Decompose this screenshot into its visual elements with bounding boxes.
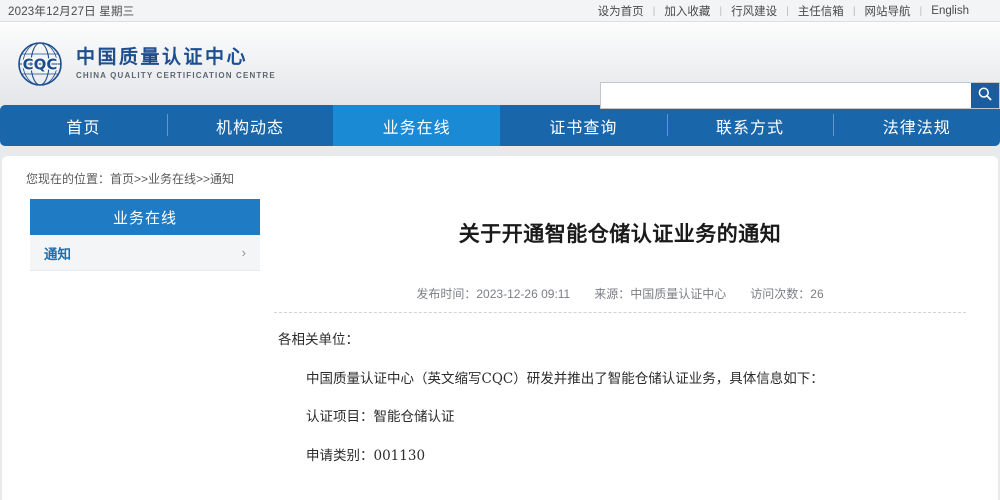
nav-item-certificate-query[interactable]: 证书查询 <box>500 105 667 146</box>
article: 关于开通智能仓储认证业务的通知 发布时间：2023-12-26 09:11 来源… <box>260 199 998 500</box>
top-link-english[interactable]: English <box>922 5 978 17</box>
current-date: 2023年12月27日 星期三 <box>8 3 134 19</box>
breadcrumb: 您现在的位置：首页>>业务在线>>通知 <box>2 170 998 199</box>
top-link-site-navigation[interactable]: 网站导航 <box>856 3 920 19</box>
article-paragraph: 各相关单位： <box>278 330 970 352</box>
logo-name-en: CHINA QUALITY CERTIFICATION CENTRE <box>76 71 276 80</box>
site-header: CQC 中国质量认证中心 CHINA QUALITY CERTIFICATION… <box>0 22 1000 105</box>
page-body: 您现在的位置：首页>>业务在线>>通知 业务在线 通知 › 关于开通智能仓储认证… <box>0 146 1000 500</box>
publish-time-value: 2023-12-26 09:11 <box>476 287 570 301</box>
view-count-label: 访问次数： <box>750 287 810 301</box>
content-row: 业务在线 通知 › 关于开通智能仓储认证业务的通知 发布时间：2023-12-2… <box>2 199 998 500</box>
sidebar-item-label: 通知 <box>44 243 71 263</box>
search-icon <box>977 86 993 105</box>
cqc-globe-logo-icon: CQC <box>16 40 64 88</box>
site-logo[interactable]: CQC 中国质量认证中心 CHINA QUALITY CERTIFICATION… <box>16 40 276 88</box>
breadcrumb-prefix: 您现在的位置： <box>26 172 110 186</box>
nav-item-business-online[interactable]: 业务在线 <box>333 105 500 146</box>
publish-time-label: 发布时间： <box>416 287 476 301</box>
content-panel: 您现在的位置：首页>>业务在线>>通知 业务在线 通知 › 关于开通智能仓储认证… <box>2 156 998 500</box>
nav-item-laws-regulations[interactable]: 法律法规 <box>833 105 1000 146</box>
view-count: 访问次数：26 <box>750 285 823 302</box>
article-paragraph: 认证项目：智能仓储认证 <box>306 407 970 429</box>
logo-name-cn: 中国质量认证中心 <box>76 47 276 69</box>
breadcrumb-path[interactable]: 首页>>业务在线>>通知 <box>110 172 234 186</box>
source: 来源：中国质量认证中心 <box>594 285 726 302</box>
sidebar: 业务在线 通知 › <box>2 199 260 500</box>
meta-divider <box>274 312 966 313</box>
main-navigation: 首页 机构动态 业务在线 证书查询 联系方式 法律法规 <box>0 105 1000 146</box>
article-body: 各相关单位： 中国质量认证中心（英文缩写CQC）研发并推出了智能仓储认证业务，具… <box>270 330 970 467</box>
top-links: 设为首页 | 加入收藏 | 行风建设 | 主任信箱 | 网站导航 | Engli… <box>589 3 978 19</box>
publish-time: 发布时间：2023-12-26 09:11 <box>416 285 570 302</box>
nav-item-contact[interactable]: 联系方式 <box>667 105 834 146</box>
nav-item-organization-news[interactable]: 机构动态 <box>167 105 334 146</box>
sidebar-title: 业务在线 <box>30 199 260 235</box>
article-meta: 发布时间：2023-12-26 09:11 来源：中国质量认证中心 访问次数：2… <box>270 285 970 302</box>
top-link-set-homepage[interactable]: 设为首页 <box>589 3 653 19</box>
sidebar-item-notice[interactable]: 通知 › <box>30 235 260 271</box>
sidebar-list: 通知 › <box>30 235 260 271</box>
source-label: 来源： <box>594 287 630 301</box>
top-utility-bar: 2023年12月27日 星期三 设为首页 | 加入收藏 | 行风建设 | 主任信… <box>0 0 1000 22</box>
top-link-director-mailbox[interactable]: 主任信箱 <box>789 3 853 19</box>
top-link-add-favorite[interactable]: 加入收藏 <box>655 3 719 19</box>
nav-item-home[interactable]: 首页 <box>0 105 167 146</box>
view-count-value: 26 <box>810 287 823 301</box>
article-paragraph: 申请类别：001130 <box>306 446 970 468</box>
chevron-right-icon: › <box>242 245 246 260</box>
article-paragraph: 中国质量认证中心（英文缩写CQC）研发并推出了智能仓储认证业务，具体信息如下： <box>306 369 970 391</box>
source-value: 中国质量认证中心 <box>630 287 726 301</box>
page-title: 关于开通智能仓储认证业务的通知 <box>270 199 970 248</box>
top-link-conduct-construction[interactable]: 行风建设 <box>722 3 786 19</box>
svg-text:CQC: CQC <box>23 55 58 73</box>
logo-text-block: 中国质量认证中心 CHINA QUALITY CERTIFICATION CEN… <box>76 47 276 81</box>
